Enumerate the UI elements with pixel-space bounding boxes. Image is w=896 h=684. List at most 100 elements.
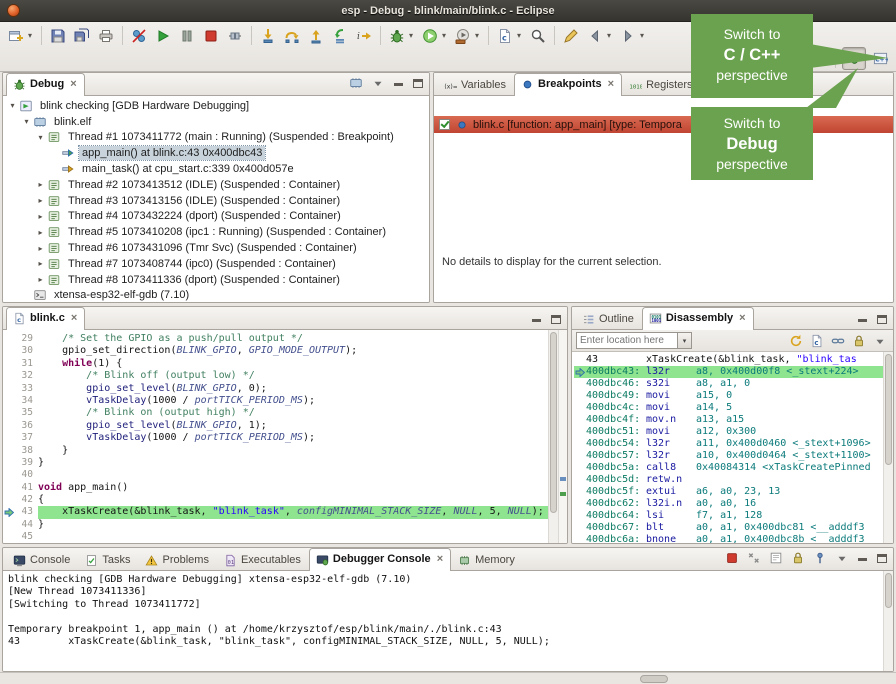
pin-console-button[interactable] [811, 549, 829, 567]
disassembly-content[interactable]: 43xTaskCreate(&blink_task, "blink_tas 400… [572, 352, 893, 543]
line-number[interactable]: 41 [14, 482, 38, 494]
code-line[interactable]: 41void app_main() [3, 482, 548, 494]
tab-executables[interactable]: 01Executables [217, 549, 309, 570]
tree-expand-arrow-icon[interactable]: ▸ [35, 196, 46, 205]
code-line[interactable]: 34 vTaskDelay(1000 / portTICK_PERIOD_MS)… [3, 395, 548, 407]
line-number[interactable]: 31 [14, 358, 38, 370]
tree-expand-arrow-icon[interactable]: ▾ [7, 101, 18, 110]
scroll-lock-button[interactable] [789, 549, 807, 567]
overview-mark[interactable] [560, 477, 566, 481]
line-number[interactable]: 32 [14, 370, 38, 382]
resume-button[interactable] [151, 24, 175, 47]
suspend-button[interactable] [175, 24, 199, 47]
external-tools-button[interactable] [451, 24, 475, 47]
terminate-button[interactable] [199, 24, 223, 47]
disassembly-scrollbar[interactable] [883, 352, 893, 543]
line-number[interactable]: 35 [14, 407, 38, 419]
debug-tree-item[interactable]: ▸Thread #7 1073408744 (ipc0) (Suspended … [3, 256, 429, 272]
tab-variables[interactable]: (x)=Variables [437, 74, 514, 95]
sync-active-context-button[interactable] [829, 332, 847, 350]
line-number[interactable]: 33 [14, 383, 38, 395]
window-close-button[interactable] [7, 4, 20, 17]
minimize-view-button[interactable] [529, 312, 544, 326]
minimize-view-button[interactable] [391, 76, 406, 90]
search-button[interactable] [526, 24, 550, 47]
minimize-view-button[interactable] [855, 312, 870, 326]
debug-tree-item[interactable]: ▾blink.elf [3, 114, 429, 130]
console-content[interactable]: blink checking [GDB Hardware Debugging] … [3, 571, 893, 671]
code-line[interactable]: 29 /* Set the GPIO as a push/pull output… [3, 333, 548, 345]
line-number[interactable]: 39 [14, 457, 38, 469]
debug-tree-item[interactable]: ▸Thread #6 1073431096 (Tmr Svc) (Suspend… [3, 240, 429, 256]
debug-tree-item[interactable]: ▸Thread #5 1073410208 (ipc1 : Running) (… [3, 224, 429, 240]
step-over-button[interactable] [280, 24, 304, 47]
forward-button[interactable] [616, 24, 640, 47]
disassembly-view-menu-button[interactable] [871, 332, 889, 350]
back-dropdown-arrow[interactable]: ▾ [607, 31, 616, 40]
disassembly-instruction[interactable]: 400dbc64:lsif7, a1, 128 [574, 510, 883, 522]
debug-dropdown-arrow[interactable]: ▾ [409, 31, 418, 40]
code-line[interactable]: 33 gpio_set_level(BLINK_GPIO, 0); [3, 383, 548, 395]
back-button[interactable] [583, 24, 607, 47]
scroll-lock-button[interactable] [850, 332, 868, 350]
line-number[interactable]: 30 [14, 345, 38, 357]
disassembly-instruction[interactable]: 400dbc4c:movia14, 5 [574, 402, 883, 414]
tree-expand-arrow-icon[interactable]: ▾ [35, 133, 46, 142]
maximize-view-button[interactable] [548, 312, 563, 326]
forward-dropdown-arrow[interactable]: ▾ [640, 31, 649, 40]
tab-memory[interactable]: Memory [451, 549, 523, 570]
tab-problems[interactable]: Problems [138, 549, 216, 570]
disassembly-instruction[interactable]: 400dbc5a:call80x40084314 <xTaskCreatePin… [574, 462, 883, 474]
step-return-button[interactable] [304, 24, 328, 47]
code-line[interactable]: 42{ [3, 494, 548, 506]
scrollbar-thumb[interactable] [885, 354, 892, 465]
run-dropdown-arrow[interactable]: ▾ [442, 31, 451, 40]
code-line[interactable]: 40 [3, 469, 548, 481]
close-tab-icon[interactable]: × [608, 78, 614, 90]
save-all-button[interactable] [70, 24, 94, 47]
tab-blink-c[interactable]: cblink.c× [6, 307, 85, 330]
debug-tree-item[interactable]: ▸Thread #3 1073413156 (IDLE) (Suspended … [3, 193, 429, 209]
skip-all-breakpoints-button[interactable] [127, 24, 151, 47]
editor-vertical-scrollbar[interactable] [548, 330, 558, 543]
location-input[interactable] [576, 332, 678, 349]
refresh-view-button[interactable] [787, 332, 805, 350]
tab-outline[interactable]: Outline [575, 308, 642, 329]
instruction-stepping-mode-button[interactable]: i [352, 24, 376, 47]
new-button[interactable] [4, 24, 28, 47]
close-tab-icon[interactable]: × [437, 553, 443, 565]
code-line[interactable]: 31 while(1) { [3, 358, 548, 370]
tree-expand-arrow-icon[interactable]: ▾ [21, 117, 32, 126]
new-c-cpp-source-file-dropdown-arrow[interactable]: ▾ [517, 31, 526, 40]
console-scrollbar[interactable] [883, 571, 893, 671]
editor-content[interactable]: 29 /* Set the GPIO as a push/pull output… [3, 330, 567, 543]
debug-tree-item[interactable]: main_task() at cpu_start.c:339 0x400d057… [3, 161, 429, 177]
tab-console[interactable]: Console [6, 549, 78, 570]
line-number[interactable]: 44 [14, 519, 38, 531]
tree-expand-arrow-icon[interactable]: ▸ [35, 180, 46, 189]
save-button[interactable] [46, 24, 70, 47]
debug-view-misc-button[interactable] [347, 74, 365, 92]
run-button[interactable] [418, 24, 442, 47]
disassembly-source-line[interactable]: 43xTaskCreate(&blink_task, "blink_tas [574, 354, 883, 366]
maximize-view-button[interactable] [874, 551, 889, 565]
debug-tree-item[interactable]: app_main() at blink.c:43 0x400dbc43 [3, 145, 429, 161]
line-number[interactable]: 34 [14, 395, 38, 407]
code-line[interactable]: 35 /* Blink on (output high) */ [3, 407, 548, 419]
disconnect-button[interactable] [223, 24, 247, 47]
disassembly-instruction[interactable]: 400dbc49:movia15, 0 [574, 390, 883, 402]
tree-expand-arrow-icon[interactable]: ▸ [35, 212, 46, 221]
disassembly-instruction[interactable]: 400dbc54:l32ra11, 0x400d0460 <_stext+109… [574, 438, 883, 450]
drop-to-frame-button[interactable] [328, 24, 352, 47]
tree-expand-arrow-icon[interactable]: ▸ [35, 244, 46, 253]
external-tools-dropdown-arrow[interactable]: ▾ [475, 31, 484, 40]
disassembly-instruction[interactable]: 400dbc57:l32ra10, 0x400d0464 <_stext+110… [574, 450, 883, 462]
print-button[interactable] [94, 24, 118, 47]
overview-mark-current-line[interactable] [560, 492, 566, 496]
disassembly-instruction[interactable]: 400dbc51:movia12, 0x300 [574, 426, 883, 438]
tree-expand-arrow-icon[interactable]: ▸ [35, 275, 46, 284]
close-tab-icon[interactable]: × [70, 78, 76, 90]
code-line[interactable]: 45 [3, 531, 548, 543]
maximize-view-button[interactable] [874, 312, 889, 326]
location-dropdown-arrow[interactable]: ▾ [678, 332, 692, 349]
